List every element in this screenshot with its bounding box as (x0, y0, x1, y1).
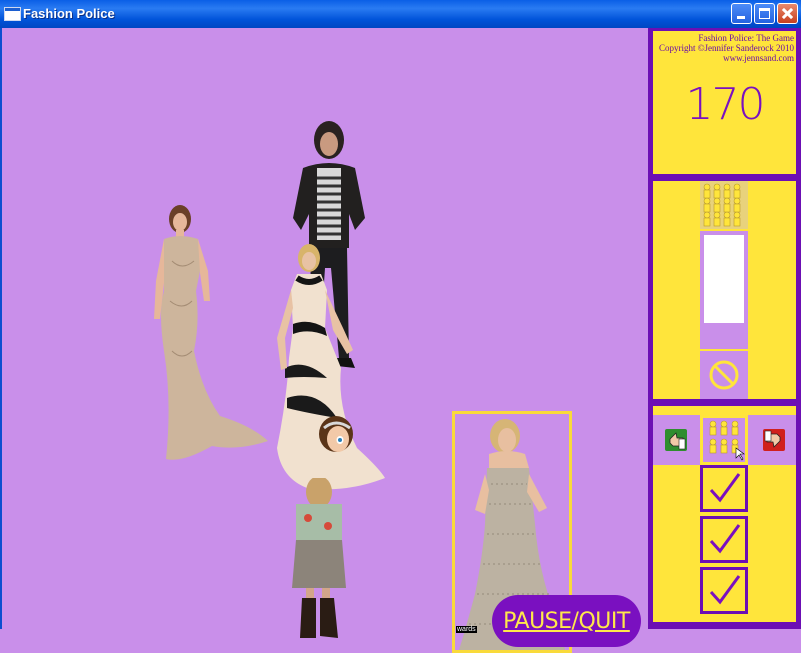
close-icon (778, 4, 797, 23)
score-value: 170 (685, 79, 766, 130)
judge-avatar-icon (319, 416, 353, 452)
approval-meter-box (653, 181, 796, 399)
score-box: Fashion Police: The Game Copyright ©Jenn… (653, 31, 796, 174)
crowd-selector (700, 415, 748, 465)
checkmark-icon (703, 519, 745, 560)
approval-meter-empty (704, 235, 744, 323)
celebrity-figure-gown-left[interactable] (142, 201, 272, 471)
cancel-icon[interactable] (700, 351, 748, 399)
credits: Fashion Police: The Game Copyright ©Jenn… (659, 33, 794, 63)
credits-website[interactable]: www.jennsand.com (659, 53, 794, 63)
thumbs-up-icon[interactable] (665, 429, 687, 451)
approval-meter (700, 231, 748, 349)
maximize-icon (759, 8, 770, 19)
celebrity-figure-casual-skirt[interactable] (284, 478, 354, 648)
vote-box (653, 406, 796, 622)
window-titlebar[interactable]: Fashion Police (0, 0, 801, 28)
app-icon (4, 7, 21, 21)
play-area[interactable]: wards PAUSE/QUIT (2, 28, 648, 653)
thumbs-down-icon[interactable] (763, 429, 785, 451)
crowd-icon (700, 181, 748, 229)
minimize-button[interactable] (731, 3, 752, 24)
maximize-button[interactable] (754, 3, 775, 24)
credits-copyright: Copyright ©Jennifer Sanderock 2010 (658, 43, 794, 53)
photo-caption: wards (456, 626, 477, 633)
vote-strip (653, 415, 796, 465)
checkmark-slot-3 (700, 567, 748, 614)
pause-quit-button[interactable]: PAUSE/QUIT (492, 595, 641, 647)
window-title: Fashion Police (23, 6, 115, 21)
crowd-icon (703, 418, 745, 462)
checkmark-slot-1 (700, 465, 748, 512)
side-panel: Fashion Police: The Game Copyright ©Jenn… (648, 28, 801, 629)
checkmark-slot-2 (700, 516, 748, 563)
checkmark-icon (703, 570, 745, 611)
checkmark-icon (703, 468, 745, 509)
credits-title: Fashion Police: The Game (698, 33, 794, 43)
minimize-icon (737, 16, 745, 19)
close-button[interactable] (777, 3, 798, 24)
